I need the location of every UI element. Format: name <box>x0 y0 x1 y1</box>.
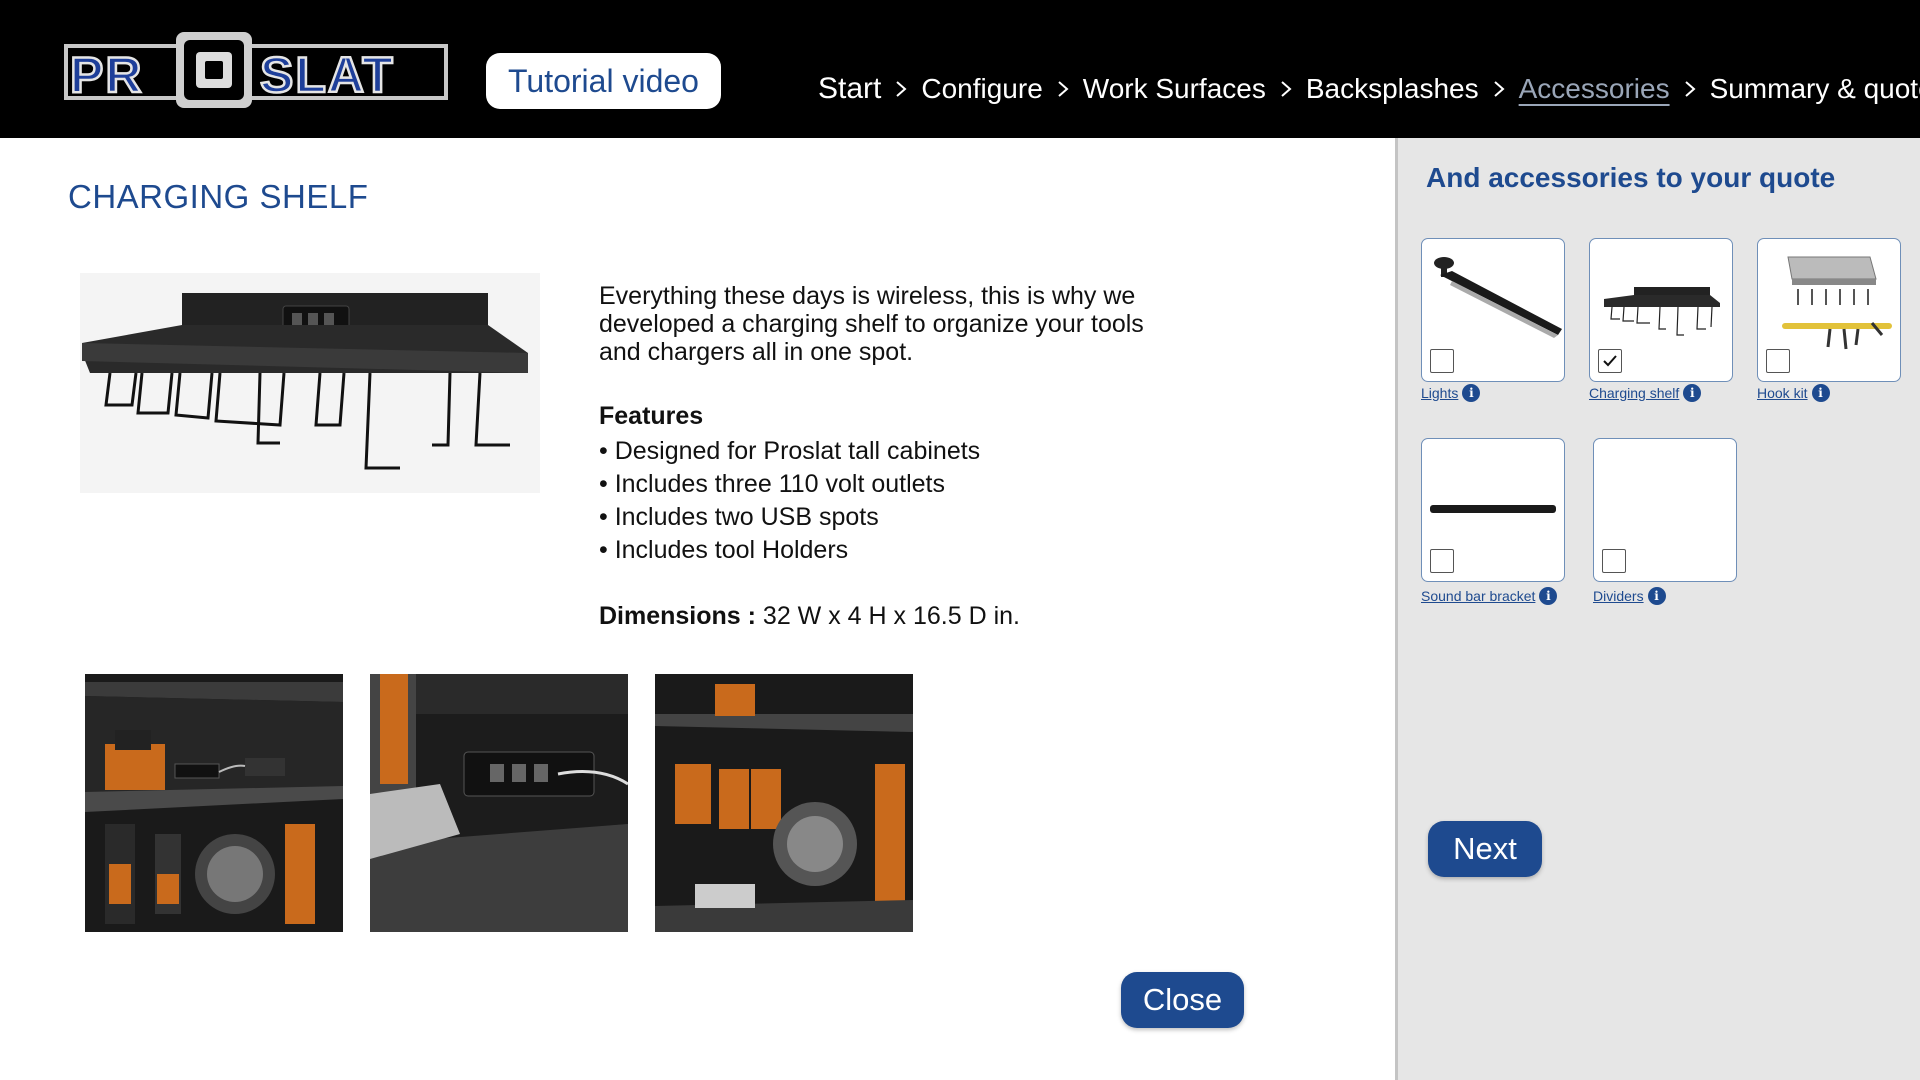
dividers-link[interactable]: Dividers <box>1593 588 1644 604</box>
accessory-label-dividers: Dividers i <box>1593 587 1666 605</box>
info-icon[interactable]: i <box>1811 384 1830 402</box>
sidebar-title: And accessories to your quote <box>1426 162 1836 193</box>
info-icon[interactable]: i <box>1539 587 1558 605</box>
features-heading: Features <box>599 402 704 430</box>
product-description: Everything these days is wireless, this … <box>599 282 1144 366</box>
accessory-label-hook-kit: Hook kit i <box>1757 384 1830 402</box>
breadcrumb-start[interactable]: Start <box>818 72 881 106</box>
accessories-sidebar: And accessories to your quote Lights i C… <box>1395 138 1920 1080</box>
feature-item: • Includes two USB spots <box>599 503 879 531</box>
dimensions-label: Dimensions : <box>599 602 756 630</box>
accessory-card-dividers[interactable] <box>1593 438 1737 582</box>
feature-item: • Designed for Proslat tall cabinets <box>599 437 981 465</box>
sound-bar-bracket-checkbox[interactable] <box>1430 549 1454 573</box>
accessory-label-lights: Lights i <box>1421 384 1481 402</box>
product-title: CHARGING SHELF <box>68 178 369 215</box>
info-icon[interactable]: i <box>1683 384 1702 402</box>
hook-kit-link[interactable]: Hook kit <box>1757 385 1808 401</box>
features-list: • Designed for Proslat tall cabinets • I… <box>599 435 980 567</box>
accessory-label-sound-bar-bracket: Sound bar bracket i <box>1421 587 1558 605</box>
chevron-right-icon <box>1057 80 1069 98</box>
product-thumbnail-1[interactable] <box>85 674 343 932</box>
top-header: PR SLAT Tutorial video Start Configure W… <box>0 0 1920 138</box>
accessory-label-charging-shelf: Charging shelf i <box>1589 384 1702 402</box>
sound-bar-bracket-link[interactable]: Sound bar bracket <box>1421 588 1535 604</box>
charging-shelf-checkbox[interactable] <box>1598 349 1622 373</box>
accessory-card-sound-bar-bracket[interactable] <box>1421 438 1565 582</box>
breadcrumb-accessories[interactable]: Accessories <box>1519 73 1670 105</box>
next-button[interactable]: Next <box>1428 821 1542 877</box>
tutorial-video-button[interactable]: Tutorial video <box>486 53 721 109</box>
chevron-right-icon <box>895 80 907 98</box>
chevron-right-icon <box>1684 80 1696 98</box>
proslat-logo[interactable]: PR SLAT <box>64 30 448 110</box>
checkmark-icon <box>1603 355 1617 367</box>
charging-shelf-link[interactable]: Charging shelf <box>1589 385 1679 401</box>
svg-text:PR: PR <box>70 47 143 103</box>
breadcrumb: Start Configure Work Surfaces Backsplash… <box>818 72 1920 106</box>
close-button[interactable]: Close <box>1121 972 1244 1028</box>
accessory-card-hook-kit[interactable] <box>1757 238 1901 382</box>
dividers-checkbox[interactable] <box>1602 549 1626 573</box>
product-thumbnail-3[interactable] <box>655 674 913 932</box>
charging-shelf-image <box>80 273 540 493</box>
feature-item: • Includes tool Holders <box>599 536 849 564</box>
accessory-card-lights[interactable] <box>1421 238 1565 382</box>
product-thumbnail-2[interactable] <box>370 674 628 932</box>
hook-kit-checkbox[interactable] <box>1766 349 1790 373</box>
breadcrumb-configure[interactable]: Configure <box>921 73 1042 105</box>
feature-item: • Includes three 110 volt outlets <box>599 470 945 498</box>
lights-checkbox[interactable] <box>1430 349 1454 373</box>
product-dimensions: Dimensions : 32 W x 4 H x 16.5 D in. <box>599 602 1020 631</box>
lights-link[interactable]: Lights <box>1421 385 1458 401</box>
info-icon[interactable]: i <box>1647 587 1666 605</box>
breadcrumb-work-surfaces[interactable]: Work Surfaces <box>1083 73 1266 105</box>
dimensions-value: 32 W x 4 H x 16.5 D in. <box>755 602 1020 630</box>
breadcrumb-summary-quote[interactable]: Summary & quote <box>1710 73 1920 105</box>
svg-text:SLAT: SLAT <box>260 47 395 103</box>
product-detail-panel: CHARGING SHELF Everything these days is … <box>0 138 1395 1080</box>
breadcrumb-backsplashes[interactable]: Backsplashes <box>1306 73 1479 105</box>
chevron-right-icon <box>1280 80 1292 98</box>
info-icon[interactable]: i <box>1462 384 1481 402</box>
accessory-card-charging-shelf[interactable] <box>1589 238 1733 382</box>
chevron-right-icon <box>1493 80 1505 98</box>
